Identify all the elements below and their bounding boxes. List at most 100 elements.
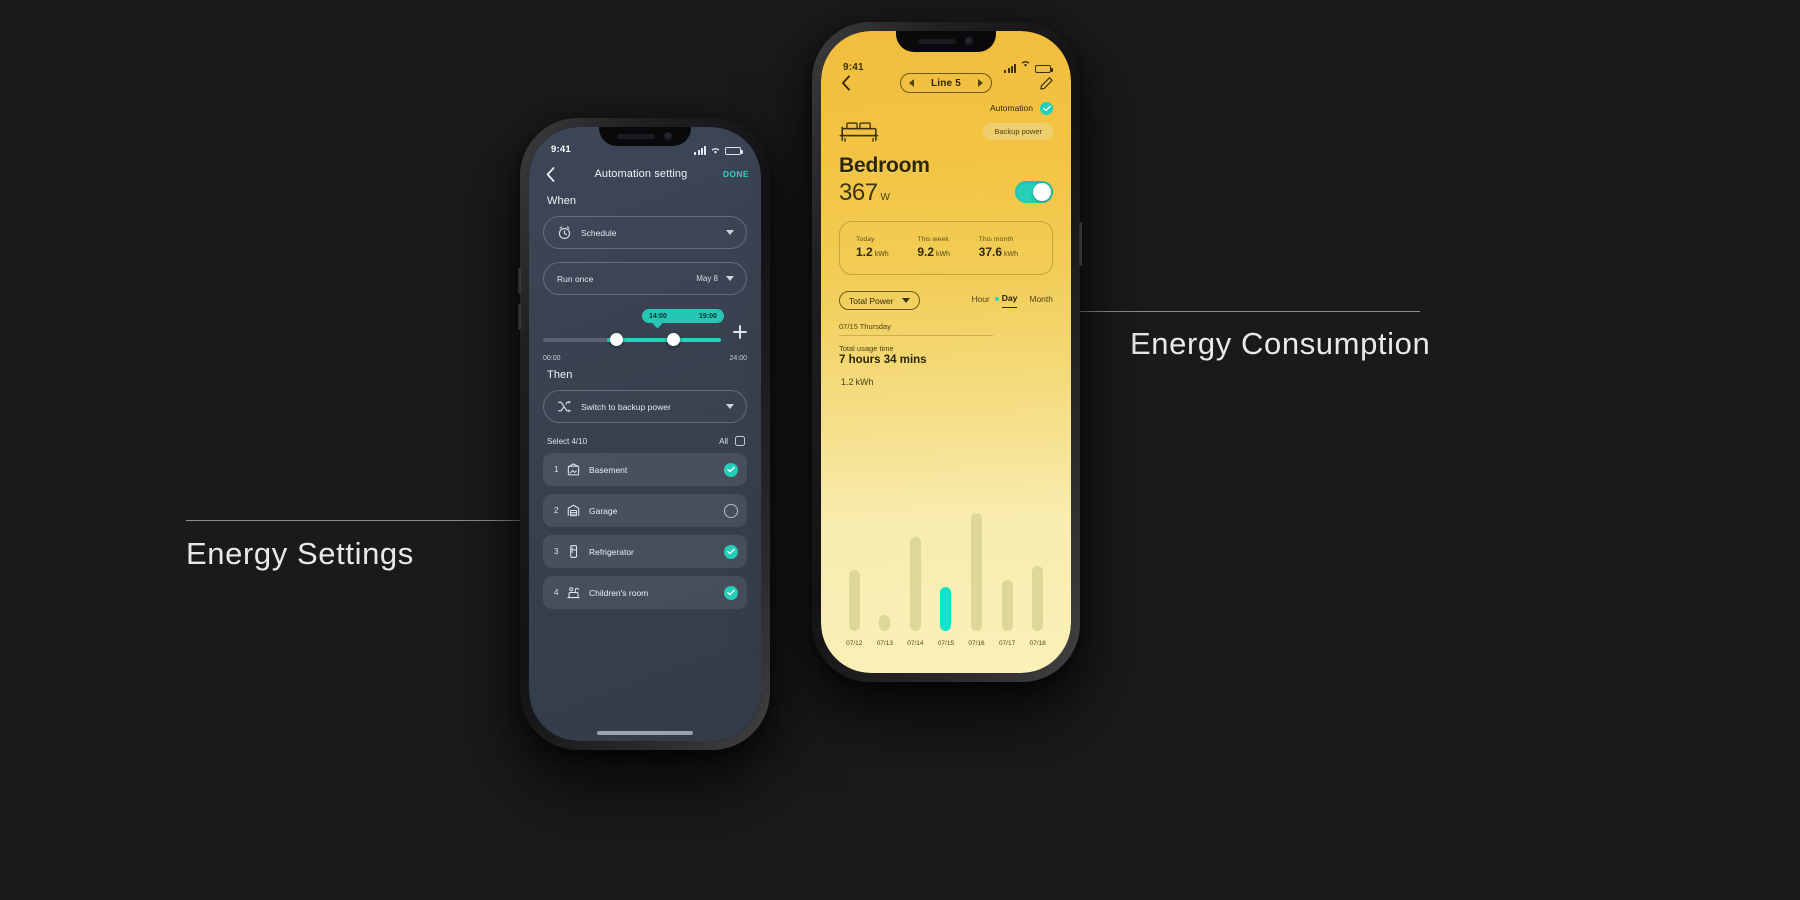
prev-line-arrow-icon[interactable]	[909, 79, 914, 87]
chart-bar[interactable]	[971, 512, 983, 631]
device-list-item[interactable]: 2 Garage	[543, 494, 747, 527]
left-screen: 9:41 Automation setting DONE When Schedu…	[529, 127, 761, 741]
chart-bar[interactable]	[1032, 566, 1044, 631]
device-index: 3	[554, 547, 559, 556]
power-unit: W	[880, 192, 890, 203]
axis-max-label: 24:00	[729, 355, 747, 362]
chart-x-axis: 07/12 07/13 07/14 07/15 07/16 07/17 07/18	[839, 640, 1053, 647]
metric-label: Total Power	[849, 295, 894, 306]
chart-x-label: 07/14	[907, 640, 924, 647]
status-time: 9:41	[843, 62, 864, 73]
slider-knob-start[interactable]	[610, 333, 624, 346]
stat-unit: kWh	[1004, 250, 1019, 258]
chart-bar-column[interactable]	[931, 586, 962, 631]
device-list-item[interactable]: 3 Refrigerator	[543, 535, 747, 568]
chart-x-label: 07/18	[1029, 640, 1046, 647]
usage-time-label: Total usage time	[839, 344, 894, 353]
automation-checkbox[interactable]	[1040, 101, 1053, 115]
back-button[interactable]	[837, 74, 855, 92]
stat-unit: kWh	[874, 250, 889, 258]
done-button[interactable]: DONE	[723, 169, 749, 179]
device-index: 1	[554, 465, 559, 474]
slider-axis-labels: 00:00 24:00	[543, 355, 747, 362]
day-kwh-value: 1.2 kWh	[839, 370, 1053, 390]
tab-month[interactable]: Month	[1029, 294, 1053, 308]
device-name: Refrigerator	[589, 546, 634, 557]
device-list-header: Select 4/10 All	[547, 436, 745, 446]
chart-bar-column[interactable]	[900, 537, 931, 631]
device-checkbox[interactable]	[724, 503, 738, 518]
basement-icon	[566, 462, 581, 477]
energy-bar-chart[interactable]: 07/12 07/13 07/14 07/15 07/16 07/17 07/18	[839, 497, 1053, 647]
chart-bar-column[interactable]	[839, 569, 870, 631]
chevron-down-icon[interactable]	[902, 298, 911, 303]
alarm-clock-icon	[557, 225, 572, 240]
home-indicator	[597, 731, 693, 735]
device-checkbox[interactable]	[724, 544, 738, 559]
battery-icon	[725, 147, 743, 155]
stat-this-week: This week 9.2 kWh	[917, 236, 974, 261]
device-list-item[interactable]: 4 Children's room	[543, 576, 747, 609]
tab-hour[interactable]: Hour	[971, 294, 989, 308]
select-all-checkbox[interactable]	[735, 436, 745, 446]
trigger-select-row[interactable]: Schedule	[543, 216, 747, 249]
then-section-label: Then	[547, 369, 573, 381]
slider-knob-end[interactable]	[667, 333, 681, 346]
chart-bars	[839, 497, 1053, 631]
room-name: Bedroom	[839, 154, 930, 177]
backup-power-badge[interactable]: Backup power	[983, 123, 1053, 140]
action-select-row[interactable]: Switch to backup power	[543, 390, 747, 423]
chevron-down-icon[interactable]	[726, 276, 734, 281]
line-selector[interactable]: Line 5	[900, 73, 992, 93]
device-list-item[interactable]: 1 Basement	[543, 453, 747, 486]
chart-bar-column[interactable]	[961, 512, 992, 631]
chevron-down-icon[interactable]	[726, 230, 734, 235]
room-power-toggle[interactable]	[1015, 181, 1053, 203]
device-checkbox[interactable]	[724, 462, 738, 477]
device-name: Basement	[589, 464, 628, 475]
select-count-label: Select 4/10	[547, 436, 588, 446]
device-name: Children's room	[589, 587, 649, 598]
phone-left-volume-down-button[interactable]	[518, 304, 521, 330]
automation-row[interactable]: Automation	[839, 99, 1053, 117]
when-section-label: When	[547, 195, 577, 207]
phone-left-automation-settings: 9:41 Automation setting DONE When Schedu…	[518, 118, 770, 750]
bed-icon	[839, 117, 879, 145]
wifi-icon	[1020, 55, 1031, 73]
phone-right-power-button[interactable]	[1079, 222, 1082, 266]
range-end-time: 19:00	[699, 312, 717, 320]
repeat-select-row[interactable]: Run once May 8	[543, 262, 747, 295]
next-line-arrow-icon[interactable]	[977, 79, 983, 87]
automation-label: Automation	[990, 103, 1033, 113]
chevron-down-icon[interactable]	[726, 404, 734, 409]
device-checkbox[interactable]	[724, 585, 738, 600]
device-index: 2	[554, 506, 559, 515]
metric-dropdown[interactable]: Total Power	[839, 291, 921, 310]
device-index: 4	[554, 588, 559, 597]
chart-bar-column[interactable]	[870, 615, 901, 631]
cellular-signal-icon	[694, 146, 706, 155]
chart-bar[interactable]	[909, 537, 921, 631]
garage-icon	[566, 503, 581, 518]
chart-bar[interactable]	[879, 615, 891, 631]
edit-pencil-icon	[1039, 76, 1053, 90]
chart-bar[interactable]	[848, 569, 860, 631]
phone-left-volume-up-button[interactable]	[518, 268, 521, 294]
chart-bar-selected[interactable]	[940, 586, 952, 631]
chart-bar-column[interactable]	[1022, 566, 1053, 631]
edit-button[interactable]	[1037, 74, 1055, 92]
tab-day[interactable]: Day	[994, 293, 1018, 308]
selected-date: 07/15 Thursday	[839, 322, 994, 336]
chart-bar[interactable]	[1001, 579, 1013, 631]
chart-bar-column[interactable]	[992, 579, 1023, 631]
cellular-signal-icon	[1004, 64, 1016, 73]
period-tabs: Hour Day Month	[971, 293, 1053, 308]
slider-track[interactable]	[543, 338, 721, 342]
chart-x-label: 07/12	[846, 640, 863, 647]
time-range-slider[interactable]: 14:00 19:00 00:00 24:00	[543, 309, 747, 367]
callout-label-energy-consumption: Energy Consumption	[1130, 326, 1431, 361]
line-label: Line 5	[930, 77, 962, 89]
back-button[interactable]	[541, 165, 559, 183]
add-time-range-button[interactable]	[733, 325, 747, 339]
power-value: 367	[839, 179, 878, 206]
